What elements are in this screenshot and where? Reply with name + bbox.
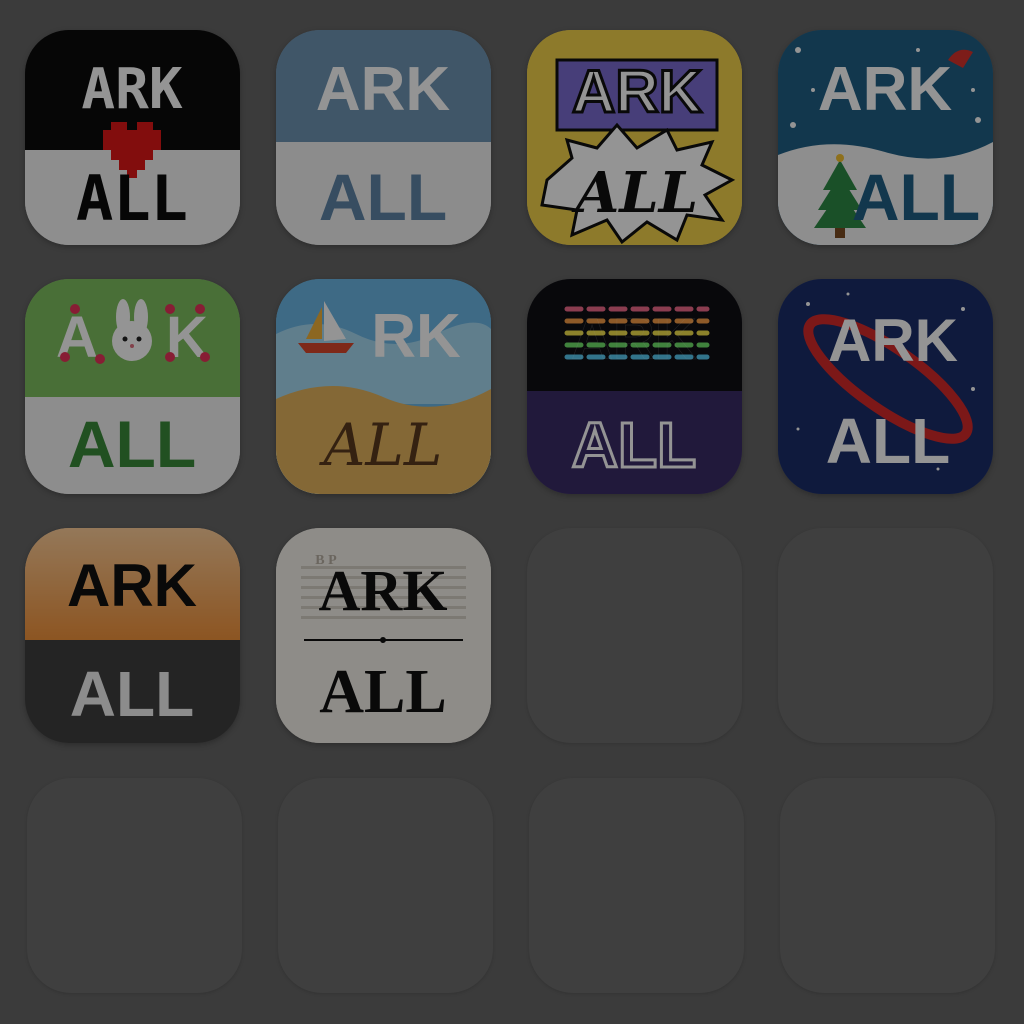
icon-bottom-text: ALL bbox=[319, 411, 443, 479]
icon-top-text: ARK bbox=[67, 552, 197, 619]
icon-grid: ARK ALL ARK ALL ARK ALL ARK ALL A K ALL … bbox=[0, 0, 1024, 1024]
icon-option-comic[interactable]: ARK ALL bbox=[527, 30, 742, 245]
icon-top-text: ARK bbox=[319, 558, 448, 623]
icon-option-newspaper[interactable]: B P ARK ALL bbox=[276, 528, 491, 743]
icon-top-text: ARK bbox=[828, 307, 958, 374]
icon-bottom-text: ALL bbox=[319, 658, 446, 726]
icon-top-text: ARK bbox=[316, 55, 451, 124]
empty-slot bbox=[278, 778, 493, 993]
icon-bottom-text: ALL bbox=[852, 160, 980, 234]
icon-option-beach[interactable]: RK ALL bbox=[276, 279, 491, 494]
icon-option-sunset[interactable]: ARK ALL bbox=[25, 528, 240, 743]
empty-slot bbox=[527, 528, 742, 743]
icon-option-space[interactable]: ARK ALL bbox=[778, 279, 993, 494]
empty-slot bbox=[529, 778, 744, 993]
icon-bottom-text: ALL bbox=[68, 407, 196, 481]
icon-bottom-text: ALL bbox=[572, 409, 696, 481]
empty-slot bbox=[27, 778, 242, 993]
icon-top-text: ARK bbox=[81, 57, 182, 122]
icon-top-text: ARK bbox=[572, 58, 702, 125]
icon-option-bunny[interactable]: A K ALL bbox=[25, 279, 240, 494]
icon-bottom-text: ALL bbox=[826, 405, 950, 477]
icon-bottom-text: ALL bbox=[76, 162, 188, 235]
empty-slot bbox=[780, 778, 995, 993]
icon-top-text: ARK bbox=[818, 55, 953, 124]
icon-option-winter[interactable]: ARK ALL bbox=[778, 30, 993, 245]
icon-top-text: RK bbox=[371, 302, 461, 371]
icon-option-pixel[interactable]: ARK ALL bbox=[25, 30, 240, 245]
icon-bottom-text: ALL bbox=[70, 658, 194, 730]
icon-option-neon[interactable]: ARK ALL bbox=[527, 279, 742, 494]
icon-bottom-text: ALL bbox=[319, 160, 447, 234]
empty-slot bbox=[778, 528, 993, 743]
icon-top-text: ARK bbox=[571, 307, 697, 372]
icon-bottom-text: ALL bbox=[571, 160, 698, 226]
icon-option-slate[interactable]: ARK ALL bbox=[276, 30, 491, 245]
